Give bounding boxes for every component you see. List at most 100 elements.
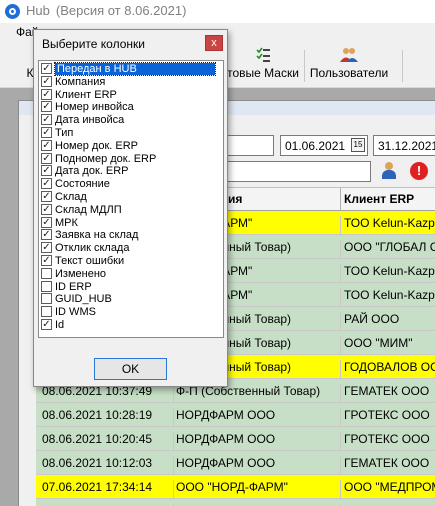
column-option-label: Дата док. ERP [55,165,129,178]
user-icon-head [385,162,393,170]
grid-header-partner[interactable]: ия [228,192,242,206]
dialog-title: Выберите колонки [42,37,145,51]
checkbox[interactable]: ✓ [41,114,52,126]
cell-client: ГЕМАТЕК ООО [344,384,430,398]
checkbox[interactable]: ✓ [41,75,52,87]
user-icon-body [382,170,396,179]
checkbox[interactable] [41,293,52,305]
cell-client: ГОДОВАЛОВ ОС [344,360,435,374]
checkbox[interactable] [41,267,52,279]
checkbox[interactable]: ✓ [41,165,52,177]
window-title: Hub (Версия от 8.06.2021) [26,3,187,18]
cell-partner: НОРДФАРМ ООО [176,408,276,422]
masks-button-label: товые Маски [227,66,299,80]
checkbox[interactable]: ✓ [41,319,52,330]
column-option-label: Тип [55,127,74,139]
column-option[interactable]: ✓ МРК [40,216,223,229]
users-icon [309,46,389,64]
checkbox[interactable]: ✓ [41,178,52,190]
users-button-label: Пользователи [309,66,389,80]
column-option-label: ID ERP [55,280,92,293]
checkbox[interactable] [41,306,52,318]
column-option[interactable]: ✓ Заявка на склад [40,229,223,241]
app-icon [5,4,20,19]
toolbar-separator [402,50,403,82]
column-option-label: Компания [55,75,106,88]
checkbox[interactable]: ✓ [41,63,52,74]
checkbox[interactable]: ✓ [41,139,52,151]
column-option-label: Передан в HUB [54,62,216,76]
column-option[interactable]: ✓ Состояние [40,178,223,190]
cell-partner: ООО "НОРД-ФАРМ" [176,480,288,494]
column-option[interactable]: ✓ Дата инвойса [40,114,223,126]
column-option-label: Изменено [55,267,107,280]
column-option-label: Заявка на склад [55,229,139,242]
column-option[interactable]: ✓ Компания [40,75,223,88]
cell-client: ООО "МИМ" [344,336,413,350]
cell-client: ГРОТЕКС ООО [344,408,430,422]
column-option[interactable]: ✓ Id [40,319,223,331]
table-row[interactable]: 07.06.2021 17:34:14 ООО "НОРД-ФАРМ" ООО "М… [36,475,435,504]
column-option[interactable]: ✓ Тип [40,127,223,139]
column-option[interactable]: ✓ Передан в HUB [40,62,223,76]
column-option[interactable]: Изменено [40,267,223,280]
checkbox[interactable]: ✓ [41,216,52,228]
cell-date: 07.06.2021 17:34:14 [42,480,153,494]
date-from-field[interactable]: 01.06.2021 15 [280,135,368,156]
column-option-label: Номер док. ERP [55,139,138,152]
table-row[interactable]: 08.06.2021 10:28:19 НОРДФАРМ ООО ГРОТЕКС О… [36,403,435,432]
column-option-label: GUID_HUB [55,293,112,306]
checkbox[interactable]: ✓ [41,229,52,241]
date-to-field[interactable]: 31.12.2021 [373,135,435,156]
table-row[interactable]: 08.06.2021 10:12:03 НОРДФАРМ ООО ГЕМАТЕК О… [36,451,435,480]
column-option-label: Текст ошибки [55,255,125,267]
checkbox[interactable]: ✓ [41,88,52,100]
column-option-label: Отклик склада [55,242,130,255]
cell-client: ГРОТЕКС ООО [344,432,430,446]
masks-button[interactable]: товые Маски [226,46,300,86]
column-option[interactable]: ✓ Отклик склада [40,242,223,254]
table-row[interactable]: 08.06.2021 10:20:45 НОРДФАРМ ООО ГРОТЕКС О… [36,427,435,456]
column-option[interactable]: ✓ Склад [40,191,223,203]
checkbox[interactable]: ✓ [41,101,52,113]
checkbox[interactable]: ✓ [41,127,52,138]
error-icon[interactable]: ! [410,162,428,180]
close-button[interactable]: x [205,35,223,51]
cell-client: ТОО Kelun-Kazp [344,264,435,278]
checkbox[interactable]: ✓ [41,191,52,202]
column-option[interactable]: ✓ Склад МДЛП [40,203,223,216]
grid-header-client[interactable]: Клиент ERP [344,192,414,206]
column-option[interactable]: ✓ Клиент ERP [40,88,223,101]
column-option-label: Дата инвойса [55,114,125,127]
checkbox[interactable]: ✓ [41,255,52,266]
cell-partner: НОРДФАРМ ООО [176,432,276,446]
checkbox[interactable]: ✓ [41,152,52,164]
column-option[interactable]: ID WMS [40,306,223,318]
user-filter-icon[interactable] [380,162,398,180]
date-from-value: 01.06.2021 [285,139,346,153]
cell-client: ГЕМАТЕК ООО [344,456,430,470]
column-option[interactable]: ✓ Номер инвойса [40,101,223,113]
ok-button[interactable]: OK [94,358,167,380]
cell-partner: НОРДФАРМ ООО [176,456,276,470]
checkbox[interactable]: ✓ [41,203,52,215]
column-option[interactable]: ✓ Подномер док. ERP [40,152,223,165]
column-option-label: Склад [55,191,87,203]
column-option-label: МРК [55,216,78,229]
column-option[interactable]: ✓ Текст ошибки [40,255,223,267]
column-option[interactable]: ✓ Дата док. ERP [40,165,223,177]
cell-client: ТОО Kelun-Kazp [344,288,435,302]
column-option[interactable]: ✓ Номер док. ERP [40,139,223,152]
toolbar-separator [304,50,305,82]
users-button[interactable]: Пользователи [309,46,389,86]
column-option[interactable]: GUID_HUB [40,293,223,305]
column-option[interactable]: ID ERP [40,280,223,293]
column-option-label: Склад МДЛП [55,203,122,216]
checkbox[interactable]: ✓ [41,242,52,254]
checkbox[interactable] [41,280,52,292]
column-list[interactable]: ✓ Передан в HUB ✓ Компания ✓ Клиент ERP ✓ Номер… [38,60,224,338]
calendar-icon[interactable]: 15 [351,138,365,152]
column-option-label: Номер инвойса [55,101,134,114]
table-row[interactable]: 07.06.2021 17:21:01ООО "НОРД-ФАРМ"ООО "М… [36,499,435,506]
column-option-label: Id [55,319,65,331]
